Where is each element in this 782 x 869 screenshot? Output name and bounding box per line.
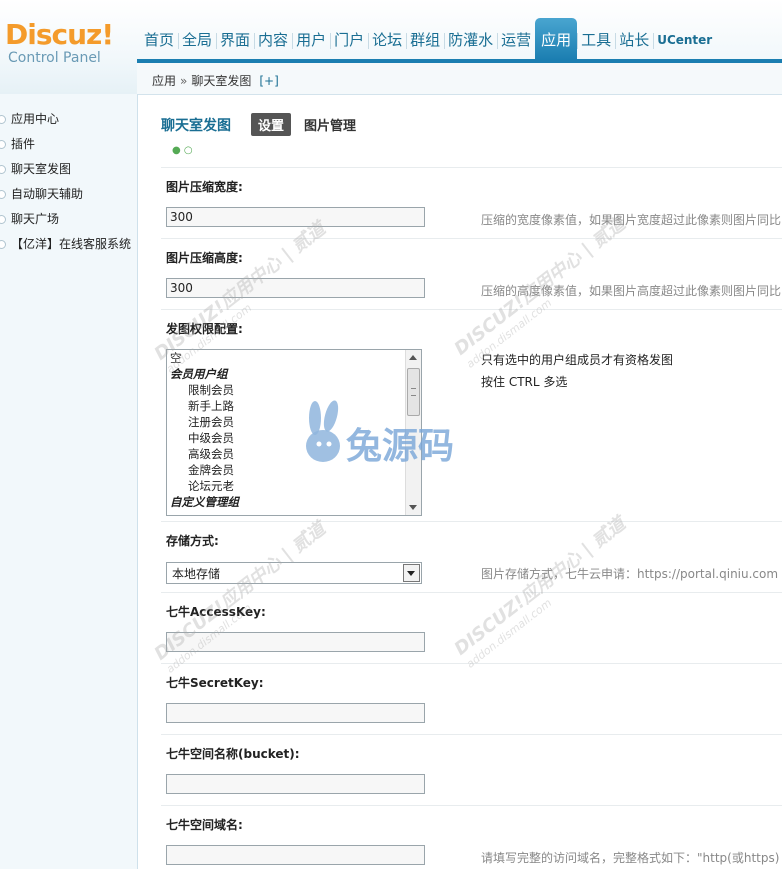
permission-tip-line1: 只有选中的用户组成员才有资格发图 [481,353,674,367]
storage-select-value: 本地存储 [172,567,221,581]
sidebar-item-chatroom-image[interactable]: 聊天室发图 [0,157,137,182]
nav-group[interactable]: 群组 [406,18,444,60]
usergroup-multiselect[interactable]: 空 会员用户组 限制会员 新手上路 注册会员 中级会员 高级会员 金牌会员 论坛… [166,349,422,516]
domain-label: 七牛空间域名: [166,818,243,832]
width-tip: 压缩的宽度像素值，如果图片宽度超过此像素则图片同比 [481,213,782,227]
usergroup-option[interactable]: 金牌会员 [167,462,421,478]
radio-options-partial[interactable]: ● ○ [172,145,193,156]
sidebar-item-app-center[interactable]: 应用中心 [0,107,137,132]
scroll-up-icon[interactable] [409,355,417,360]
chevron-down-icon[interactable] [403,564,420,582]
nav-tools[interactable]: 工具 [577,18,615,60]
sidebar-item-auto-chat[interactable]: 自动聊天辅助 [0,182,137,207]
breadcrumb-bar: 应用 » 聊天室发图 [+] [137,63,782,95]
bucket-label: 七牛空间名称(bucket): [166,747,300,761]
domain-tip: 请填写完整的访问域名，完整格式如下："http(或https) [481,851,780,865]
sidebar: 应用中心 插件 聊天室发图 自动聊天辅助 聊天广场 【亿洋】在线客服系统 [0,94,138,869]
breadcrumb-current: 聊天室发图 [191,74,252,88]
permission-tip-line2: 按住 CTRL 多选 [481,375,568,389]
breadcrumb: 应用 » 聊天室发图 [+] [152,72,279,89]
breadcrumb-root[interactable]: 应用 [152,74,176,88]
nav-forum[interactable]: 论坛 [368,18,406,60]
discuz-logo[interactable]: Discuz! Control Panel [5,18,114,67]
multiselect-scrollbar[interactable] [405,350,421,515]
row-divider [161,805,782,806]
page-tabs: 聊天室发图 设置 图片管理 [161,113,369,136]
usergroup-option[interactable]: 空 [167,350,421,366]
nav-global[interactable]: 全局 [178,18,216,60]
nav-portal[interactable]: 门户 [330,18,368,60]
bucket-input[interactable] [166,774,425,794]
sidebar-item-chat-square[interactable]: 聊天广场 [0,207,137,232]
storage-label: 存储方式: [166,534,219,548]
permission-tip: 只有选中的用户组成员才有资格发图 按住 CTRL 多选 [481,349,673,393]
secretkey-input[interactable] [166,703,425,723]
logo-brand: Discuz! [5,18,114,51]
width-label: 图片压缩宽度: [166,180,243,194]
usergroup-optgroup: 自定义管理组 [170,495,239,509]
height-input[interactable]: 300 [166,278,425,298]
breadcrumb-separator: » [180,74,188,88]
secretkey-label: 七牛SecretKey: [166,676,264,690]
nav-founder[interactable]: 站长 [615,18,653,60]
tab-image-manage[interactable]: 图片管理 [297,113,363,136]
header: Discuz! Control Panel 首页 全局 界面 内容 用户 门户 … [0,0,782,95]
scroll-down-icon[interactable] [409,505,417,510]
nav-home[interactable]: 首页 [140,18,178,60]
discuz-watermark: DISCUZ!应用中心 | 贰道 addon.dismall.com [450,513,630,671]
width-input[interactable]: 300 [166,207,425,227]
usergroup-option[interactable]: 注册会员 [167,414,421,430]
logo-subtitle: Control Panel [8,50,101,66]
usergroup-optgroup: 会员用户组 [170,367,228,381]
nav-safe[interactable]: 防灌水 [444,18,497,60]
nav-extended[interactable]: 运营 [497,18,535,60]
row-divider [161,521,782,522]
height-label: 图片压缩高度: [166,251,243,265]
page-title: 聊天室发图 [161,117,231,134]
breadcrumb-add-button[interactable]: [+] [259,74,278,88]
nav-plugin[interactable]: 应用 [535,18,578,60]
usergroup-option[interactable]: 限制会员 [167,382,421,398]
nav-ucenter[interactable]: UCenter [653,18,716,60]
usergroup-option[interactable]: 新手上路 [167,398,421,414]
domain-input[interactable] [166,845,425,865]
nav-user[interactable]: 用户 [292,18,330,60]
row-divider [161,238,782,239]
usergroup-option[interactable]: 高级会员 [167,446,421,462]
nav-style[interactable]: 界面 [216,18,254,60]
sidebar-item-online-service[interactable]: 【亿洋】在线客服系统 [0,232,137,257]
usergroup-option[interactable]: 论坛元老 [167,478,421,494]
scroll-thumb[interactable] [407,368,420,416]
row-divider [161,167,782,168]
sidebar-item-plugins[interactable]: 插件 [0,132,137,157]
tab-settings[interactable]: 设置 [251,113,292,136]
row-divider [161,734,782,735]
top-nav: 首页 全局 界面 内容 用户 门户 论坛 群组 防灌水 运营 应用 工具 站长 … [140,18,716,60]
main-content: 聊天室发图 设置 图片管理 ● ○ 图片压缩宽度: 300 压缩的宽度像素值，如… [138,95,782,869]
nav-content[interactable]: 内容 [254,18,292,60]
usergroup-option[interactable]: 中级会员 [167,430,421,446]
